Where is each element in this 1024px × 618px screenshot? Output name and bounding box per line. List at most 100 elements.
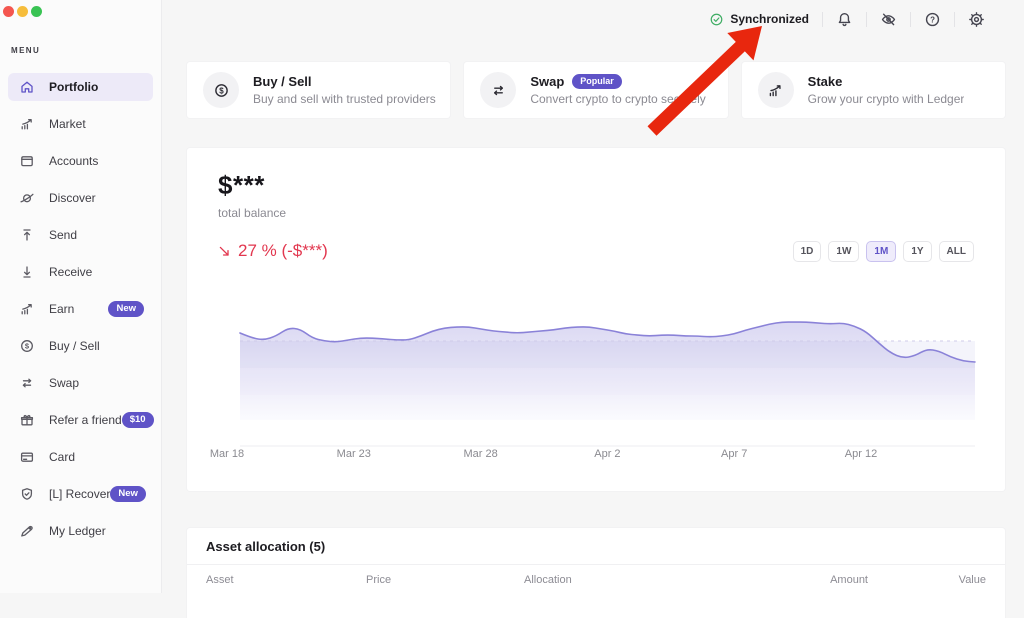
send-icon	[19, 227, 35, 243]
close-window-button[interactable]	[3, 6, 14, 17]
card-icon	[19, 449, 35, 465]
sidebar-nav: Portfolio Market Accounts Discover Send …	[0, 73, 161, 554]
column-header-value: Value	[868, 574, 986, 586]
zoom-window-button[interactable]	[31, 6, 42, 17]
eye-off-icon	[880, 11, 897, 28]
sidebar-item-label: Card	[49, 450, 75, 464]
sidebar-item-buy-sell[interactable]: $ Buy / Sell	[8, 332, 153, 360]
sidebar-item-label: Discover	[49, 191, 96, 205]
minimize-window-button[interactable]	[17, 6, 28, 17]
asset-allocation-header-row: AssetPriceAllocationAmountValue	[187, 565, 1005, 586]
sidebar-item-label: [L] Recover	[49, 487, 110, 501]
sync-status[interactable]: Synchronized	[709, 12, 809, 27]
column-header-price: Price	[366, 574, 524, 586]
shield-check-icon	[19, 486, 35, 502]
receive-icon	[19, 264, 35, 280]
notifications-button[interactable]	[823, 8, 866, 30]
action-card-buy-sell[interactable]: $ Buy / Sell Buy and sell with trusted p…	[187, 62, 450, 118]
action-card-stake[interactable]: Stake Grow your crypto with Ledger	[742, 62, 1005, 118]
svg-text:$: $	[25, 342, 30, 351]
action-card-subtitle: Buy and sell with trusted providers	[253, 92, 436, 106]
column-header-allocation: Allocation	[524, 574, 748, 586]
x-tick-label: Apr 12	[845, 448, 877, 460]
action-card-title: Stake	[808, 74, 843, 89]
sidebar-item-badge: New	[110, 486, 146, 502]
balance-chart-canvas	[187, 308, 1005, 458]
sidebar-item-market[interactable]: Market	[8, 110, 153, 138]
window-controls	[3, 6, 42, 17]
home-icon	[19, 79, 35, 95]
sidebar-item-l-recover[interactable]: [L] Recover New	[8, 480, 153, 508]
discover-icon	[19, 190, 35, 206]
action-cards-row: $ Buy / Sell Buy and sell with trusted p…	[187, 62, 1005, 118]
sidebar-item-label: Market	[49, 117, 86, 131]
sidebar-item-label: Swap	[49, 376, 79, 390]
range-button-1w[interactable]: 1W	[828, 241, 859, 262]
discreet-mode-button[interactable]	[867, 8, 910, 30]
gift-icon	[19, 412, 35, 428]
total-balance-value: $***	[218, 170, 265, 201]
x-tick-label: Mar 18	[210, 448, 244, 460]
x-tick-label: Mar 23	[337, 448, 371, 460]
help-button[interactable]: ?	[911, 8, 954, 30]
x-tick-label: Apr 2	[594, 448, 620, 460]
total-balance-caption: total balance	[218, 206, 286, 220]
sidebar-item-badge: $10	[122, 412, 154, 428]
accounts-icon	[19, 153, 35, 169]
x-tick-label: Mar 28	[463, 448, 497, 460]
range-button-1y[interactable]: 1Y	[903, 241, 931, 262]
help-icon: ?	[924, 11, 941, 28]
earn-icon	[19, 301, 35, 317]
range-button-1d[interactable]: 1D	[793, 241, 822, 262]
sidebar-item-label: My Ledger	[49, 524, 106, 538]
bell-icon	[836, 11, 853, 28]
action-card-title: Buy / Sell	[253, 74, 312, 89]
chart-x-axis-labels: Mar 18 Mar 23 Mar 28 Apr 2 Apr 7 Apr 12	[187, 448, 1005, 464]
range-button-all[interactable]: ALL	[939, 241, 974, 262]
popular-badge: Popular	[572, 74, 622, 89]
sidebar-item-label: Earn	[49, 302, 74, 316]
sidebar-item-refer-a-friend[interactable]: Refer a friend $10	[8, 406, 153, 434]
x-tick-label: Apr 7	[721, 448, 747, 460]
dollar-circle-icon: $	[213, 82, 230, 99]
column-header-amount: Amount	[748, 574, 868, 586]
range-button-1m[interactable]: 1M	[866, 241, 896, 262]
arrow-down-right-icon	[218, 245, 231, 258]
growth-icon	[767, 82, 784, 99]
sidebar-item-earn[interactable]: Earn New	[8, 295, 153, 323]
check-circle-icon	[709, 12, 724, 27]
dollar-circle-icon: $	[19, 338, 35, 354]
sidebar-item-label: Refer a friend	[49, 413, 122, 427]
sidebar-item-send[interactable]: Send	[8, 221, 153, 249]
balance-change-text: 27 % (-$***)	[238, 241, 328, 261]
nano-device-icon	[19, 523, 35, 539]
svg-text:$: $	[219, 86, 224, 95]
sync-status-label: Synchronized	[730, 12, 809, 26]
settings-button[interactable]	[955, 8, 998, 30]
sidebar-item-label: Buy / Sell	[49, 339, 100, 353]
topbar: Synchronized ?	[709, 8, 998, 30]
swap-icon	[19, 375, 35, 391]
column-header-asset: Asset	[206, 574, 366, 586]
sidebar-item-label: Accounts	[49, 154, 98, 168]
action-card-swap[interactable]: Swap Popular Convert crypto to crypto se…	[464, 62, 727, 118]
portfolio-card: $*** total balance 27 % (-$***) 1D 1W 1M 1Y…	[187, 148, 1005, 491]
sidebar-item-discover[interactable]: Discover	[8, 184, 153, 212]
sidebar-item-label: Portfolio	[49, 80, 98, 94]
sidebar-item-portfolio[interactable]: Portfolio	[8, 73, 153, 101]
sidebar-item-accounts[interactable]: Accounts	[8, 147, 153, 175]
sidebar-item-receive[interactable]: Receive	[8, 258, 153, 286]
sidebar-item-my-ledger[interactable]: My Ledger	[8, 517, 153, 545]
sidebar-item-swap[interactable]: Swap	[8, 369, 153, 397]
swap-icon	[490, 82, 507, 99]
time-range-selector: 1D 1W 1M 1Y ALL	[793, 241, 974, 262]
action-card-subtitle: Grow your crypto with Ledger	[808, 92, 965, 106]
action-card-subtitle: Convert crypto to crypto securely	[530, 92, 705, 106]
sidebar-item-card[interactable]: Card	[8, 443, 153, 471]
asset-allocation-title: Asset allocation (5)	[187, 528, 1005, 565]
menu-section-label: MENU	[11, 46, 40, 55]
sidebar-item-badge: New	[108, 301, 144, 317]
sidebar-item-label: Receive	[49, 265, 92, 279]
balance-chart	[187, 308, 1005, 458]
balance-change: 27 % (-$***)	[218, 241, 328, 261]
